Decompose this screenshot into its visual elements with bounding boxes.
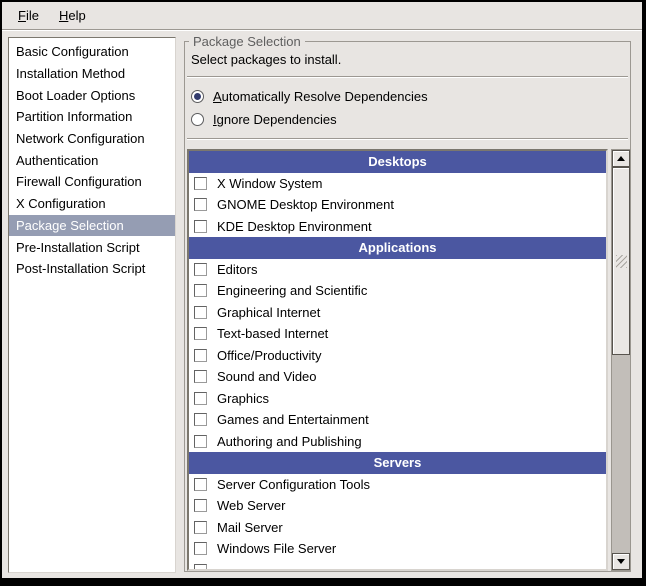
up-arrow-icon bbox=[617, 156, 625, 161]
package-item-gnome-desktop-environment[interactable]: GNOME Desktop Environment bbox=[189, 194, 606, 216]
checkbox-icon[interactable] bbox=[194, 198, 207, 211]
package-item-label: Office/Productivity bbox=[217, 348, 322, 363]
package-item-authoring-and-publishing[interactable]: Authoring and Publishing bbox=[189, 431, 606, 453]
package-item-x-window-system[interactable]: X Window System bbox=[189, 173, 606, 195]
package-item-label: KDE Desktop Environment bbox=[217, 219, 372, 234]
package-item-label: Windows File Server bbox=[217, 541, 336, 556]
separator bbox=[187, 76, 628, 78]
checkbox-icon[interactable] bbox=[194, 220, 207, 233]
instruction-text: Select packages to install. bbox=[191, 52, 341, 67]
sidebar-item-post-installation-script[interactable]: Post-Installation Script bbox=[9, 258, 175, 280]
sidebar-item-partition-information[interactable]: Partition Information bbox=[9, 106, 175, 128]
package-list-scrolled-window: Desktops X Window System GNOME Desktop Env… bbox=[187, 149, 631, 571]
package-item-label: Editors bbox=[217, 262, 257, 277]
package-item-web-server[interactable]: Web Server bbox=[189, 495, 606, 517]
down-arrow-icon bbox=[617, 559, 625, 564]
checkbox-icon[interactable] bbox=[194, 177, 207, 190]
sidebar-item-firewall-configuration[interactable]: Firewall Configuration bbox=[9, 171, 175, 193]
checkbox-icon[interactable] bbox=[194, 392, 207, 405]
package-item-label: Text-based Internet bbox=[217, 326, 328, 341]
package-item-label: Server Configuration Tools bbox=[217, 477, 370, 492]
radio-option-automatically-resolve-dependencies[interactable]: Automatically Resolve Dependencies bbox=[191, 85, 428, 107]
scroll-down-button[interactable] bbox=[612, 553, 630, 570]
package-item-label: Engineering and Scientific bbox=[217, 283, 367, 298]
package-item-engineering-and-scientific[interactable]: Engineering and Scientific bbox=[189, 280, 606, 302]
radio-dot-icon bbox=[194, 93, 201, 100]
package-selection-frame: Package Selection Select packages to ins… bbox=[184, 41, 631, 572]
package-item-windows-file-server[interactable]: Windows File Server bbox=[189, 538, 606, 560]
checkbox-icon[interactable] bbox=[194, 413, 207, 426]
separator bbox=[187, 138, 628, 140]
radio-option-ignore-dependencies[interactable]: Ignore Dependencies bbox=[191, 108, 428, 130]
radio-group: Automatically Resolve Dependencies Ignore… bbox=[191, 85, 428, 131]
package-item-label: Sound and Video bbox=[217, 369, 317, 384]
package-item-office-productivity[interactable]: Office/Productivity bbox=[189, 345, 606, 367]
radio-label: Automatically Resolve Dependencies bbox=[213, 89, 428, 104]
sidebar-item-x-configuration[interactable]: X Configuration bbox=[9, 193, 175, 215]
package-item-label: Graphical Internet bbox=[217, 305, 320, 320]
checkbox-icon[interactable] bbox=[194, 349, 207, 362]
checkbox-icon[interactable] bbox=[194, 564, 207, 571]
package-item-label: Authoring and Publishing bbox=[217, 434, 362, 449]
sidebar-item-boot-loader-options[interactable]: Boot Loader Options bbox=[9, 84, 175, 106]
sidebar-item-installation-method[interactable]: Installation Method bbox=[9, 63, 175, 85]
package-group-header-servers: Servers bbox=[189, 452, 606, 474]
sidebar-item-authentication[interactable]: Authentication bbox=[9, 149, 175, 171]
sidebar-item-package-selection[interactable]: Package Selection bbox=[9, 215, 175, 237]
package-item-mail-server[interactable]: Mail Server bbox=[189, 517, 606, 539]
frame-title: Package Selection bbox=[189, 34, 305, 49]
package-group-header-desktops: Desktops bbox=[189, 151, 606, 173]
scroll-up-button[interactable] bbox=[612, 150, 630, 167]
thumb-grip-icon bbox=[616, 255, 627, 268]
checkbox-icon[interactable] bbox=[194, 284, 207, 297]
package-item-games-and-entertainment[interactable]: Games and Entertainment bbox=[189, 409, 606, 431]
package-item-editors[interactable]: Editors bbox=[189, 259, 606, 281]
package-item-label: Web Server bbox=[217, 498, 285, 513]
menu-file[interactable]: File bbox=[8, 4, 49, 27]
checkbox-icon[interactable] bbox=[194, 542, 207, 555]
package-item-server-configuration-tools[interactable]: Server Configuration Tools bbox=[189, 474, 606, 496]
package-item-label: Games and Entertainment bbox=[217, 412, 369, 427]
accel-letter: A bbox=[213, 89, 222, 104]
package-item-text-based-internet[interactable]: Text-based Internet bbox=[189, 323, 606, 345]
package-list-viewport: Desktops X Window System GNOME Desktop Env… bbox=[187, 149, 608, 571]
accel-letter: F bbox=[18, 8, 26, 23]
radio-icon[interactable] bbox=[191, 90, 204, 103]
package-item-graphical-internet[interactable]: Graphical Internet bbox=[189, 302, 606, 324]
accel-letter: I bbox=[213, 112, 217, 127]
radio-label: Ignore Dependencies bbox=[213, 112, 337, 127]
sidebar-list: Basic ConfigurationInstallation MethodBo… bbox=[8, 37, 176, 573]
window-content: FileHelp Basic ConfigurationInstallation… bbox=[2, 2, 642, 578]
scrollbar-thumb[interactable] bbox=[612, 167, 630, 355]
package-item-label: GNOME Desktop Environment bbox=[217, 197, 394, 212]
package-item-kde-desktop-environment[interactable]: KDE Desktop Environment bbox=[189, 216, 606, 238]
checkbox-icon[interactable] bbox=[194, 435, 207, 448]
package-item-partial[interactable] bbox=[189, 560, 606, 572]
menu-help[interactable]: Help bbox=[49, 4, 96, 27]
checkbox-icon[interactable] bbox=[194, 478, 207, 491]
package-item-label: Mail Server bbox=[217, 520, 283, 535]
app-window: FileHelp Basic ConfigurationInstallation… bbox=[0, 0, 646, 586]
checkbox-icon[interactable] bbox=[194, 263, 207, 276]
checkbox-icon[interactable] bbox=[194, 370, 207, 383]
package-item-sound-and-video[interactable]: Sound and Video bbox=[189, 366, 606, 388]
menubar: FileHelp bbox=[2, 2, 642, 30]
package-group-header-applications: Applications bbox=[189, 237, 606, 259]
checkbox-icon[interactable] bbox=[194, 499, 207, 512]
checkbox-icon[interactable] bbox=[194, 306, 207, 319]
checkbox-icon[interactable] bbox=[194, 327, 207, 340]
accel-letter: H bbox=[59, 8, 68, 23]
vertical-scrollbar[interactable] bbox=[611, 149, 631, 571]
package-item-label: X Window System bbox=[217, 176, 322, 191]
sidebar-item-basic-configuration[interactable]: Basic Configuration bbox=[9, 41, 175, 63]
package-item-label: Graphics bbox=[217, 391, 269, 406]
radio-icon[interactable] bbox=[191, 113, 204, 126]
sidebar-item-network-configuration[interactable]: Network Configuration bbox=[9, 128, 175, 150]
sidebar-item-pre-installation-script[interactable]: Pre-Installation Script bbox=[9, 236, 175, 258]
package-item-graphics[interactable]: Graphics bbox=[189, 388, 606, 410]
checkbox-icon[interactable] bbox=[194, 521, 207, 534]
